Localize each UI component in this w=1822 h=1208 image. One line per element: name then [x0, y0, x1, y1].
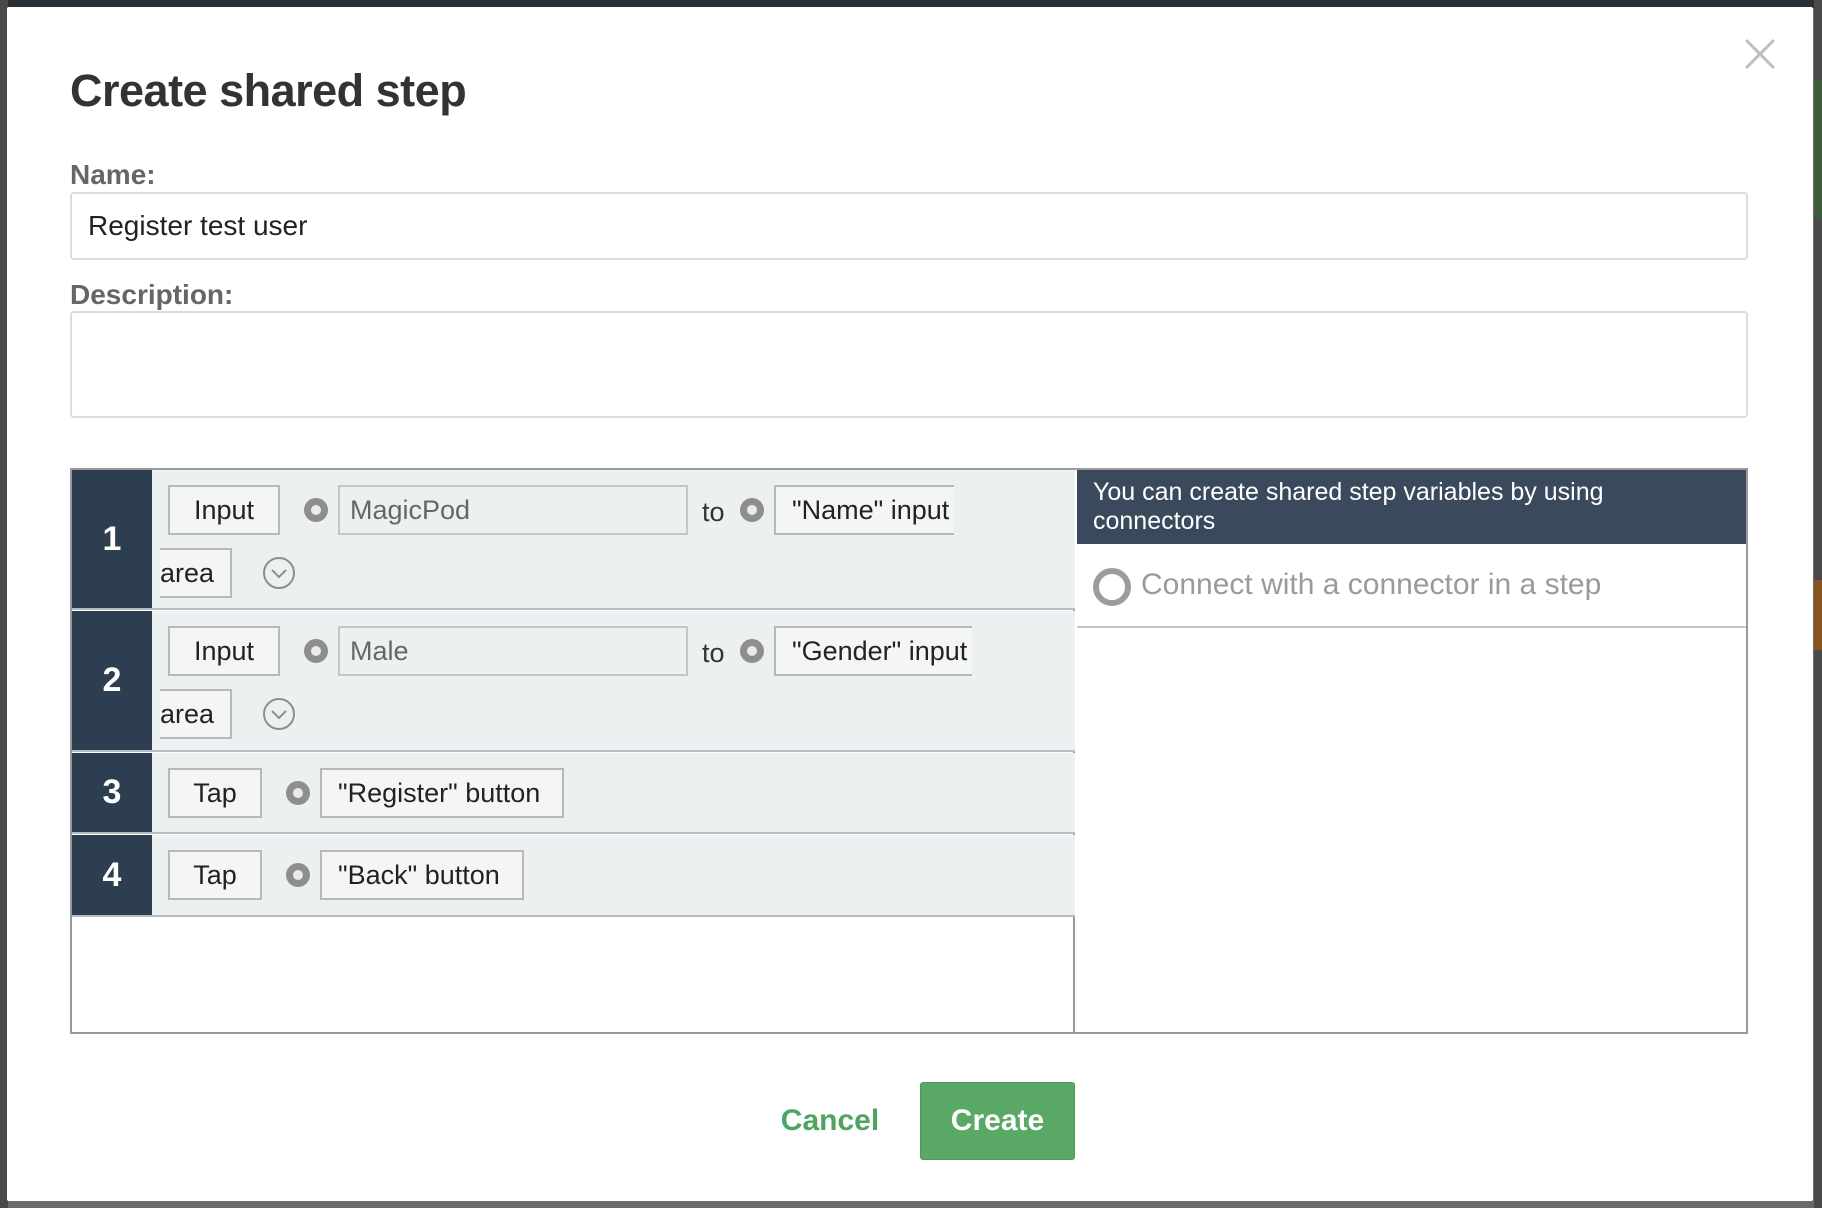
description-input[interactable]	[70, 311, 1748, 418]
step-number: 4	[72, 835, 152, 915]
variables-panel: You can create shared step variables by …	[1077, 470, 1746, 1032]
target-element-continued[interactable]: area	[160, 689, 232, 739]
background-app-accent	[1814, 80, 1822, 220]
variable-drop-target[interactable]: Connect with a connector in a step	[1077, 544, 1746, 628]
to-label: to	[702, 638, 725, 668]
connector-dot-icon[interactable]	[740, 639, 764, 663]
to-label: to	[702, 497, 725, 527]
dialog-title: Create shared step	[70, 65, 467, 116]
background-app-accent	[1814, 580, 1822, 650]
target-element[interactable]: "Register" button	[320, 768, 564, 818]
variable-placeholder: Connect with a connector in a step	[1141, 568, 1602, 601]
shared-step-editor: 1 Input MagicPod to "Name" input area 2 …	[70, 468, 1748, 1034]
step-row[interactable]: 4 Tap "Back" button	[72, 835, 1075, 917]
name-input[interactable]	[70, 192, 1748, 260]
step-row[interactable]: 3 Tap "Register" button	[72, 753, 1075, 834]
target-element-continued[interactable]: area	[160, 548, 232, 598]
variables-panel-header: You can create shared step variables by …	[1077, 470, 1746, 544]
close-icon[interactable]	[1743, 37, 1777, 71]
create-shared-step-dialog: Create shared step Name: Description: 1 …	[7, 7, 1813, 1201]
target-element[interactable]: "Gender" input	[774, 626, 972, 676]
value-field[interactable]: Male	[338, 626, 688, 676]
command-input[interactable]: Input	[168, 626, 280, 676]
cancel-button[interactable]: Cancel	[765, 1082, 895, 1160]
value-field[interactable]: MagicPod	[338, 485, 688, 535]
chevron-down-circle-icon[interactable]	[262, 697, 296, 731]
chevron-down-circle-icon[interactable]	[262, 556, 296, 590]
connector-dot-icon[interactable]	[304, 498, 328, 522]
connector-ring-icon	[1093, 568, 1131, 606]
description-label: Description:	[70, 279, 234, 310]
command-input[interactable]: Input	[168, 485, 280, 535]
step-list: 1 Input MagicPod to "Name" input area 2 …	[72, 470, 1075, 1032]
connector-dot-icon[interactable]	[304, 639, 328, 663]
command-input[interactable]: Tap	[168, 768, 262, 818]
step-number: 2	[72, 611, 152, 750]
create-button[interactable]: Create	[920, 1082, 1075, 1160]
target-element[interactable]: "Name" input	[774, 485, 954, 535]
target-element[interactable]: "Back" button	[320, 850, 524, 900]
connector-dot-icon[interactable]	[740, 498, 764, 522]
step-number: 1	[72, 470, 152, 608]
connector-dot-icon[interactable]	[286, 781, 310, 805]
step-row[interactable]: 1 Input MagicPod to "Name" input area	[72, 470, 1075, 610]
name-label: Name:	[70, 159, 156, 190]
step-number: 3	[72, 753, 152, 832]
command-input[interactable]: Tap	[168, 850, 262, 900]
connector-dot-icon[interactable]	[286, 863, 310, 887]
step-row[interactable]: 2 Input Male to "Gender" input area	[72, 611, 1075, 752]
